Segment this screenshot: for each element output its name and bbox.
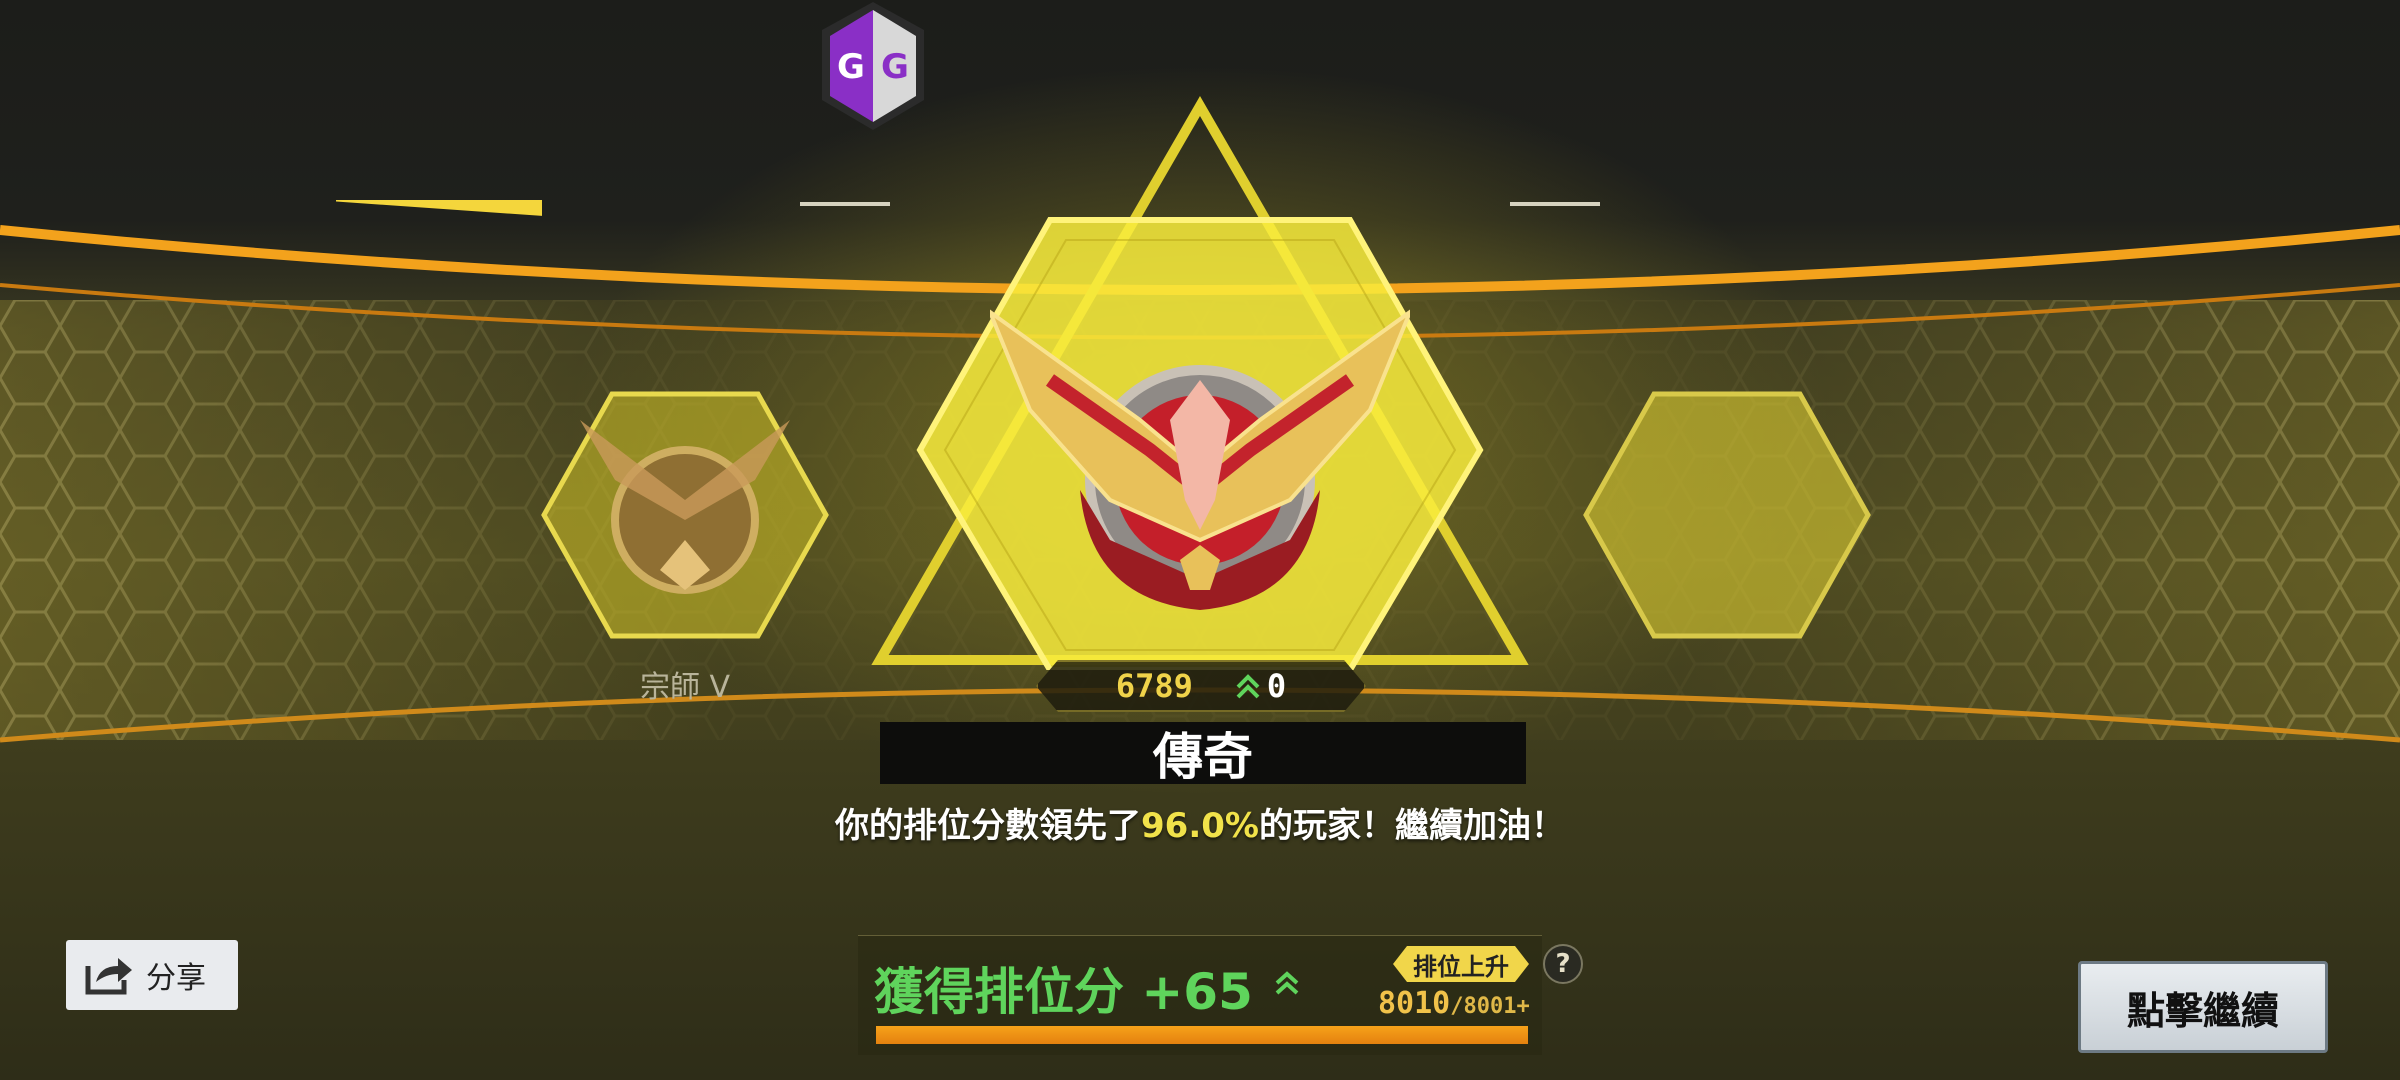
double-chevron-up-icon bbox=[1272, 968, 1302, 998]
rank-title: 傳奇 bbox=[1153, 728, 1253, 786]
previous-rank-label: 宗師 V bbox=[640, 670, 731, 705]
next-rank-hexagon bbox=[1583, 391, 1871, 639]
score-change-value: 0 bbox=[1266, 667, 1287, 705]
question-icon[interactable]: ? bbox=[1543, 944, 1583, 984]
progress-max: /8001+ bbox=[1450, 994, 1530, 1019]
percentile-suffix: 的玩家！繼續加油！ bbox=[1258, 806, 1565, 846]
continue-label: 點擊繼續 bbox=[2126, 988, 2279, 1033]
percentile-message: 你的排位分數領先了96.0%的玩家！繼續加油！ bbox=[0, 798, 2400, 847]
rank-progress-readout: 8010/8001+ bbox=[1378, 986, 1530, 1021]
gg-right-letter: G bbox=[881, 47, 909, 87]
rank-score-pill: 6789 0 bbox=[1036, 660, 1366, 712]
score-change: 0 bbox=[1233, 667, 1286, 705]
share-label: 分享 bbox=[146, 961, 206, 996]
share-icon bbox=[84, 954, 134, 996]
gg-left-letter: G bbox=[837, 47, 865, 87]
percentile-prefix: 你的排位分數領先了 bbox=[835, 806, 1142, 846]
percentile-value: 96.0% bbox=[1141, 806, 1259, 846]
rank-gain-label: 獲得排位分 +65 bbox=[874, 963, 1253, 1021]
legend-emblem-icon bbox=[990, 309, 1410, 610]
rank-progress-fill bbox=[876, 1026, 1528, 1044]
double-chevron-up-icon bbox=[1233, 671, 1263, 701]
rank-progress-bar bbox=[876, 1026, 1528, 1044]
rank-title-bar: 傳奇 bbox=[880, 722, 1526, 786]
previous-rank-hexagon bbox=[541, 391, 829, 639]
share-button[interactable]: 分享 bbox=[66, 940, 238, 1010]
continue-button[interactable]: 點擊繼續 bbox=[2078, 961, 2328, 1053]
game-guardian-icon[interactable]: G G bbox=[818, 0, 928, 136]
rank-score: 6789 bbox=[1115, 667, 1193, 705]
progress-current: 8010 bbox=[1378, 986, 1451, 1021]
promotion-tag: 排位上升 bbox=[1393, 946, 1529, 982]
